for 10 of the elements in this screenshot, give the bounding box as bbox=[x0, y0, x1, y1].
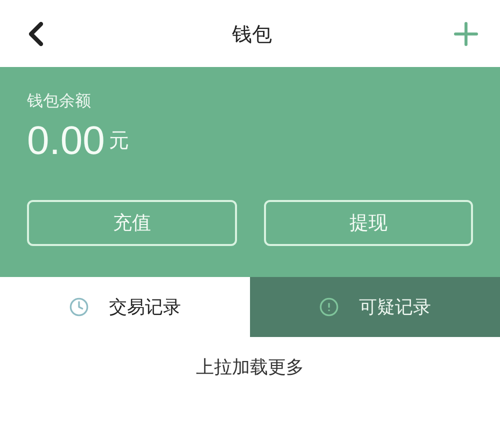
balance-label: 钱包余额 bbox=[27, 90, 91, 112]
clock-icon bbox=[69, 297, 89, 317]
load-more-hint: 上拉加载更多 bbox=[196, 356, 304, 380]
action-button[interactable]: 提现 bbox=[264, 200, 473, 246]
alert-icon bbox=[319, 297, 339, 317]
action-button[interactable]: 充值 bbox=[27, 200, 236, 246]
tab[interactable]: 可疑记录 bbox=[250, 277, 500, 337]
currency-unit: 元 bbox=[108, 127, 129, 154]
page-title: 钱包 bbox=[232, 20, 272, 48]
balance-amount: 0.00 bbox=[27, 118, 105, 165]
